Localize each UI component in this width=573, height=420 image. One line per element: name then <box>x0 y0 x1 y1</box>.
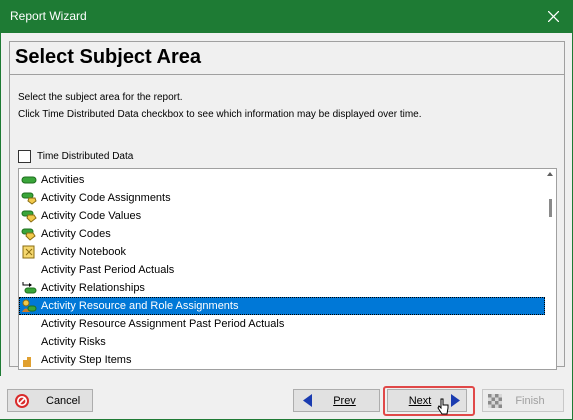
activity-code-values-icon <box>21 209 37 223</box>
list-item-label: Activities <box>41 174 85 186</box>
prev-arrow-icon <box>303 394 312 407</box>
step-items-icon <box>21 353 37 367</box>
button-bar: Cancel Prev Next Finish <box>0 376 571 419</box>
list-item[interactable]: Activity Past Period Actuals <box>19 261 545 279</box>
list-item[interactable]: Activities <box>19 171 545 189</box>
scroll-thumb[interactable] <box>549 199 552 217</box>
divider <box>10 74 564 75</box>
activity-codes-icon <box>21 227 37 241</box>
vertical-scrollbar[interactable] <box>545 169 556 369</box>
next-arrow-icon <box>451 394 460 407</box>
prev-label: Prev <box>333 394 356 407</box>
list-item[interactable]: Activity Resource Assignment Past Period… <box>19 315 545 333</box>
description-line-1: Select the subject area for the report. <box>18 92 183 103</box>
time-distributed-checkbox[interactable] <box>18 150 31 163</box>
finish-flag-icon <box>488 394 502 408</box>
title-bar: Report Wizard <box>0 0 573 33</box>
close-icon <box>547 11 559 22</box>
list-item[interactable]: Activity Notebook <box>19 243 545 261</box>
list-item-label: Activity Risks <box>41 336 106 348</box>
finish-button[interactable]: Finish <box>482 389 564 412</box>
description-line-2: Click Time Distributed Data checkbox to … <box>18 109 422 120</box>
close-button[interactable] <box>533 0 573 33</box>
list-item-label: Activity Codes <box>41 228 111 240</box>
cancel-label: Cancel <box>46 394 81 407</box>
next-button[interactable]: Next <box>387 389 467 415</box>
list-item-label: Activity Step Items <box>41 354 132 366</box>
time-distributed-label: Time Distributed Data <box>37 151 134 162</box>
list-item[interactable]: Activity Code Values <box>19 207 545 225</box>
list-item-label: Activity Resource and Role Assignments <box>41 300 239 312</box>
list-item-label: Activity Code Assignments <box>41 192 171 204</box>
list-item-label: Activity Past Period Actuals <box>41 264 175 276</box>
list-item[interactable]: Activity Risks <box>19 333 545 351</box>
scroll-up-arrow[interactable] <box>547 172 553 176</box>
list-item-label: Activity Resource Assignment Past Period… <box>41 318 285 330</box>
finish-label: Finish <box>515 394 545 407</box>
cancel-icon <box>15 393 29 408</box>
resource-assign-icon <box>21 299 37 313</box>
activity-code-assign-icon <box>21 191 37 205</box>
list-item[interactable]: Activity Relationships <box>19 279 545 297</box>
window-title: Report Wizard <box>10 9 87 23</box>
mouse-cursor-icon <box>437 398 449 415</box>
page-title: Select Subject Area <box>15 46 202 68</box>
next-label: Next <box>408 394 432 407</box>
subject-area-list[interactable]: Activities Activity Code Assignments Activ… <box>18 168 557 370</box>
list-item-label: Activity Code Values <box>41 210 142 222</box>
prev-button[interactable]: Prev <box>293 389 380 412</box>
time-distributed-checkbox-row[interactable]: Time Distributed Data <box>18 150 133 163</box>
cancel-button[interactable]: Cancel <box>7 389 93 412</box>
subject-area-items: Activities Activity Code Assignments Activ… <box>19 171 545 369</box>
list-item-label: Activity Relationships <box>41 282 145 294</box>
list-item[interactable]: Activity Codes <box>19 225 545 243</box>
list-item[interactable]: Activity Resource and Role Assignments <box>19 297 545 315</box>
activity-bar-icon <box>21 173 37 187</box>
list-item[interactable]: Activity Code Assignments <box>19 189 545 207</box>
wizard-panel: Select Subject Area Select the subject a… <box>9 41 565 370</box>
notebook-icon <box>21 245 37 259</box>
relationship-icon <box>21 281 37 295</box>
list-item-label: Activity Notebook <box>41 246 126 258</box>
list-item[interactable]: Activity Step Items <box>19 351 545 369</box>
